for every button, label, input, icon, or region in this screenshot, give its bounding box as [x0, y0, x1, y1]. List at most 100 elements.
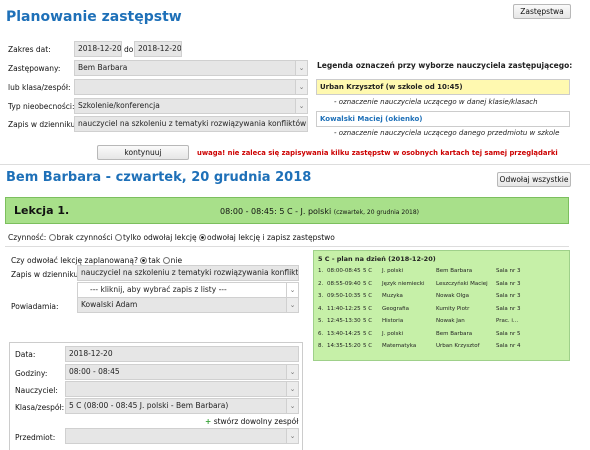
subject-label: Przedmiot:: [15, 433, 56, 442]
chevron-down-icon: ⌄: [295, 99, 307, 113]
plan-cell-room: Sala nr 3: [496, 305, 521, 312]
class-plan-panel: 5 C - plan na dzień (2018-12-20) 1. 08:00…: [313, 250, 570, 361]
divider: [0, 164, 590, 165]
activity-label: Czynność:: [8, 233, 47, 242]
plan-cell-subj: Język niemiecki: [382, 280, 425, 287]
lesson-journal-label: Zapis w dzienniku:: [11, 270, 81, 279]
radio-no-activity-label: brak czynności: [56, 233, 113, 242]
date-to-input[interactable]: 2018-12-20: [134, 41, 182, 57]
divider: [5, 246, 569, 247]
plan-cell-cls: 5 C: [363, 280, 373, 287]
plan-cell-subj: Matematyka: [382, 343, 417, 349]
hours-select[interactable]: 08:00 - 08:45 ⌄: [65, 364, 299, 380]
legend-item-in-class: Urban Krzysztof (w szkole od 10:45): [316, 79, 570, 95]
plan-cell-cls: 5 C: [363, 343, 373, 349]
plan-cell-room: Sala nr 4: [496, 343, 521, 349]
page-title: Planowanie zastępstw: [6, 9, 182, 25]
radio-cancel-no-label: nie: [170, 256, 183, 265]
chevron-down-icon: ⌄: [286, 365, 298, 379]
radio-cancel-no[interactable]: [162, 257, 170, 264]
substituted-value: Bem Barbara: [78, 63, 128, 72]
legend-note-subject: - oznaczenie nauczyciela uczącego danego…: [334, 129, 560, 137]
plan-cell-time: 11:40-12:25: [327, 305, 361, 312]
detail-class-value: 5 C (08:00 - 08:45 J. polski - Bem Barba…: [69, 401, 229, 410]
plan-cell-subj: Historia: [382, 318, 404, 324]
radio-cancel-and-substitute-label: odwołaj lekcję i zapisz zastępstwo: [206, 233, 335, 242]
cancel-all-button[interactable]: Odwołaj wszystkie: [497, 172, 571, 187]
journal-label: Zapis w dzienniku:: [8, 120, 78, 129]
lesson-title: Lekcja 1.: [14, 204, 70, 217]
cancel-question-row: Czy odwołać lekcję zaplanowaną? tak nie: [11, 256, 182, 265]
notify-value: Kowalski Adam: [81, 300, 138, 309]
plan-cell-room: Prac. i...: [496, 318, 519, 324]
radio-no-activity[interactable]: [48, 234, 56, 241]
chevron-down-icon: ⌄: [295, 80, 307, 94]
radio-cancel-and-substitute[interactable]: [198, 234, 206, 241]
lesson-time: 08:00 - 08:45: 5 C - J. polski: [220, 207, 332, 216]
lesson-journal-input[interactable]: nauczyciel na szkoleniu z tematyki rozwi…: [77, 265, 299, 281]
radio-cancel-yes[interactable]: [140, 257, 148, 264]
plan-cell-teacher: Leszczyński Maciej: [436, 280, 488, 287]
substituted-label: Zastępowany:: [8, 64, 61, 73]
lesson-date: (czwartek, 20 grudnia 2018): [333, 209, 419, 216]
journal-pick-select[interactable]: --- kliknij, aby wybrać zapis z listy --…: [77, 282, 299, 298]
class-plan-title: 5 C - plan na dzień (2018-12-20): [318, 255, 436, 263]
substituted-select[interactable]: Bem Barbara ⌄: [74, 60, 308, 76]
plan-cell-teacher: Nowak Jan: [436, 318, 465, 324]
hours-value: 08:00 - 08:45: [69, 367, 120, 376]
cancel-question: Czy odwołać lekcję zaplanowaną?: [11, 256, 138, 265]
warning-text: uwaga! nie zaleca się zapisywania kilku …: [197, 149, 558, 157]
day-heading: Bem Barbara - czwartek, 20 grudnia 2018: [6, 170, 312, 185]
chevron-down-icon: ⌄: [286, 283, 298, 297]
teacher-select[interactable]: ⌄: [65, 381, 299, 397]
plan-cell-cls: 5 C: [363, 268, 373, 274]
create-group-link[interactable]: + stwórz dowolny zespół: [205, 417, 298, 426]
plan-cell-cls: 5 C: [363, 330, 373, 337]
plan-cell-subj: Muzyka: [382, 293, 403, 299]
plan-cell-subj: Geografia: [382, 305, 409, 312]
substitutions-button[interactable]: Zastępstwa: [513, 4, 571, 19]
plan-cell-n: 5.: [318, 318, 324, 324]
detail-date-input[interactable]: 2018-12-20: [65, 346, 299, 362]
detail-class-label: Klasa/zespół:: [15, 403, 65, 412]
teacher-label: Nauczyciel:: [15, 386, 58, 395]
detail-date-label: Data:: [15, 350, 36, 359]
chevron-down-icon: ⌄: [286, 429, 298, 443]
subject-select[interactable]: ⌄: [65, 428, 299, 444]
plan-cell-time: 13:40-14:25: [327, 330, 361, 337]
class-select[interactable]: ⌄: [74, 79, 308, 95]
plan-cell-room: Sala nr 3: [496, 293, 521, 299]
plan-cell-teacher: Nowak Olga: [436, 293, 469, 299]
activity-row: Czynność: brak czynności tylko odwołaj l…: [8, 233, 335, 242]
plan-cell-time: 09:50-10:35: [327, 293, 361, 299]
chevron-down-icon: ⌄: [286, 399, 298, 413]
journal-input[interactable]: nauczyciel na szkoleniu z tematyki rozwi…: [74, 116, 308, 132]
date-from-input[interactable]: 2018-12-20: [74, 41, 122, 57]
radio-cancel-only-label: tylko odwołaj lekcję: [122, 233, 197, 242]
date-range-label: Zakres dat:: [8, 45, 51, 54]
legend-note-in-class: - oznaczenie nauczyciela uczącego w dane…: [334, 98, 538, 106]
plan-cell-time: 14:35-15:20: [327, 343, 361, 349]
journal-pick-value: --- kliknij, aby wybrać zapis z listy --…: [90, 285, 227, 294]
absence-type-label: Typ nieobecności:: [8, 102, 75, 111]
lesson-header: Lekcja 1. 08:00 - 08:45: 5 C - J. polski…: [5, 197, 569, 224]
plan-cell-n: 1.: [318, 268, 324, 274]
plan-cell-teacher: Kumity Piotr: [436, 305, 470, 312]
absence-type-value: Szkolenie/konferencja: [78, 101, 160, 110]
legend-item-subject: Kowalski Maciej (okienko): [316, 111, 570, 127]
notify-select[interactable]: Kowalski Adam ⌄: [77, 297, 299, 313]
detail-class-select[interactable]: 5 C (08:00 - 08:45 J. polski - Bem Barba…: [65, 398, 299, 414]
plan-cell-room: Sala nr 5: [496, 330, 521, 337]
plan-cell-time: 08:00-08:45: [327, 268, 361, 274]
plan-cell-time: 12:45-13:30: [327, 318, 361, 324]
plan-cell-n: 2.: [318, 280, 324, 287]
absence-type-select[interactable]: Szkolenie/konferencja ⌄: [74, 98, 308, 114]
plan-cell-time: 08:55-09:40: [327, 280, 361, 287]
radio-cancel-only[interactable]: [114, 234, 122, 241]
plan-cell-n: 4.: [318, 305, 324, 312]
plan-cell-cls: 5 C: [363, 318, 373, 324]
plan-cell-teacher: Bem Barbara: [436, 330, 473, 337]
continue-button[interactable]: kontynuuj: [97, 145, 189, 160]
plan-cell-teacher: Bem Barbara: [436, 268, 473, 274]
legend-title: Legenda oznaczeń przy wyborze nauczyciel…: [317, 61, 573, 70]
